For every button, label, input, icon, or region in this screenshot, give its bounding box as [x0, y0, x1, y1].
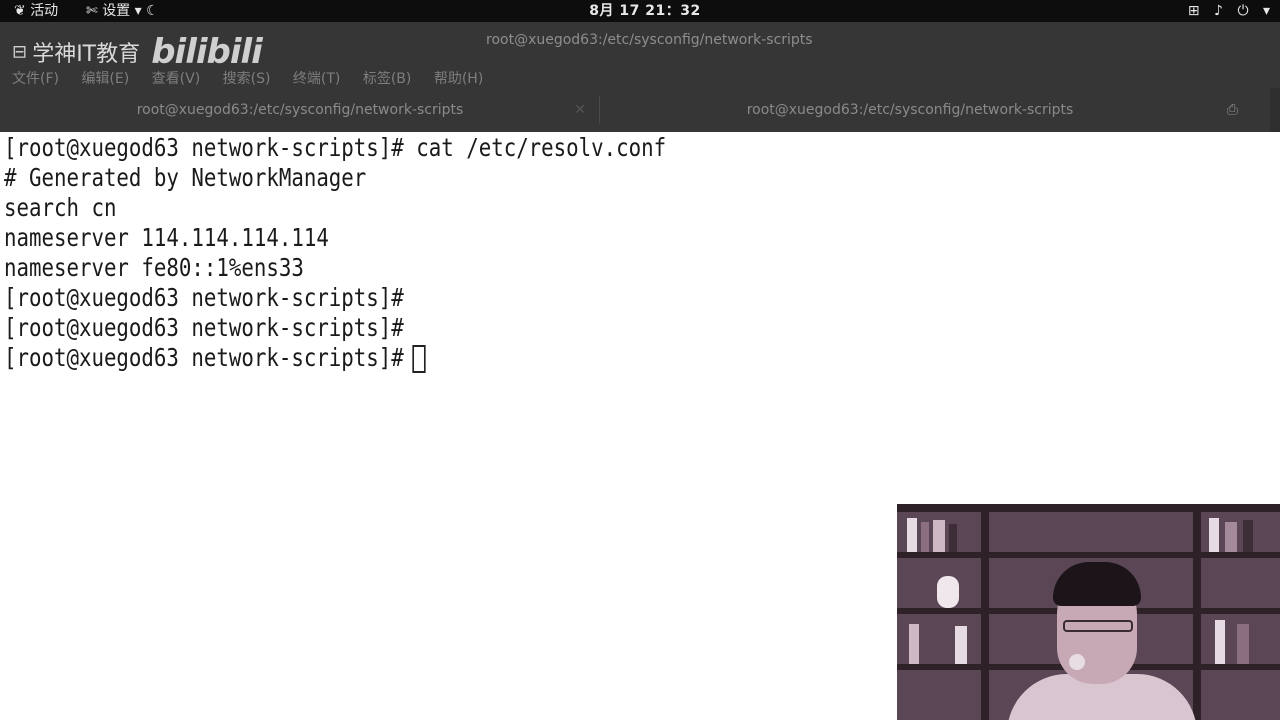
terminal-line: # Generated by NetworkManager	[4, 163, 367, 192]
brand-watermark: ⊟ 学神IT教育 bilibili	[12, 32, 263, 72]
brand-text: 学神IT教育	[32, 42, 141, 67]
tab-label: root@xuegod63:/etc/sysconfig/network-scr…	[746, 102, 1074, 118]
terminal-header: ⊟ 学神IT教育 bilibili root@xuegod63:/etc/sys…	[0, 22, 1280, 132]
bilibili-logo: bilibili	[151, 32, 263, 72]
network-icon: ⊞	[1187, 3, 1200, 19]
presenter-glasses	[1063, 620, 1133, 632]
terminal-line: nameserver 114.114.114.114	[4, 223, 329, 252]
menu-help[interactable]: 帮助(H)	[434, 71, 483, 87]
terminal-line: nameserver fe80::1%ens33	[4, 253, 304, 282]
terminal-line: [root@xuegod63 network-scripts]#	[4, 313, 404, 342]
terminal-line: [root@xuegod63 network-scripts]#	[4, 283, 404, 312]
menu-tabs[interactable]: 标签(B)	[363, 71, 412, 87]
system-tray[interactable]: ⊞ ♪ ⏻ ▾	[1178, 0, 1270, 22]
tab-label: root@xuegod63:/etc/sysconfig/network-scr…	[136, 102, 464, 118]
menu-edit[interactable]: 编辑(E)	[81, 71, 129, 87]
clock[interactable]: 8月 17 21：32	[0, 0, 1280, 22]
presenter-hair	[1053, 562, 1141, 606]
menu-file[interactable]: 文件(F)	[12, 71, 59, 87]
terminal-icon: ⊟	[12, 41, 28, 63]
window-title: root@xuegod63:/etc/sysconfig/network-scr…	[486, 32, 813, 48]
close-icon[interactable]: ✕	[574, 88, 586, 132]
terminal-prompt: [root@xuegod63 network-scripts]#	[4, 343, 404, 372]
terminal-line: search cn	[4, 193, 117, 222]
microphone-icon	[1069, 654, 1085, 670]
menu-search[interactable]: 搜索(S)	[223, 71, 271, 87]
menu-view[interactable]: 查看(V)	[152, 71, 201, 87]
tab-2[interactable]: root@xuegod63:/etc/sysconfig/network-scr…	[600, 88, 1220, 132]
scrollbar[interactable]	[1270, 88, 1280, 132]
terminal-prompt-line[interactable]: [root@xuegod63 network-scripts]#	[4, 343, 666, 373]
menu-terminal[interactable]: 终端(T)	[293, 71, 340, 87]
top-bar: ❦ 活动 ✄ 设置 ▾ ☾ 8月 17 21：32 ⊞ ♪ ⏻ ▾	[0, 0, 1280, 22]
webcam-overlay	[897, 504, 1280, 720]
volume-icon: ♪	[1214, 3, 1223, 19]
text-cursor	[412, 345, 426, 373]
chevron-down-icon: ▾	[1262, 3, 1270, 19]
new-tab-icon[interactable]: ⎙	[1227, 88, 1238, 132]
tab-1[interactable]: root@xuegod63:/etc/sysconfig/network-scr…	[0, 88, 600, 132]
terminal-line: [root@xuegod63 network-scripts]# cat /et…	[4, 133, 667, 162]
power-icon: ⏻	[1237, 3, 1249, 19]
menu-bar: 文件(F) 编辑(E) 查看(V) 搜索(S) 终端(T) 标签(B) 帮助(H…	[12, 68, 501, 88]
tab-bar: root@xuegod63:/etc/sysconfig/network-scr…	[0, 88, 1280, 132]
